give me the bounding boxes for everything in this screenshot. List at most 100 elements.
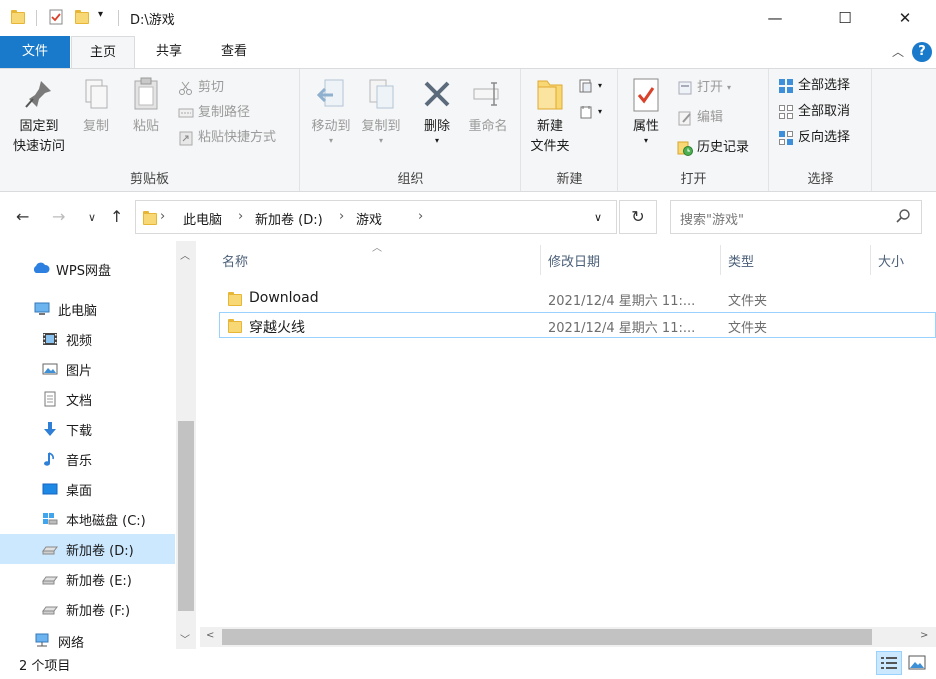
table-row[interactable]: 穿越火线 2021/12/4 星期六 11:... 文件夹	[219, 312, 936, 338]
tab-file[interactable]: 文件	[0, 36, 70, 68]
nav-item-desktop[interactable]: 桌面	[0, 474, 175, 504]
breadcrumb-separator[interactable]: ›	[160, 209, 165, 224]
scroll-left-icon[interactable]: <	[206, 630, 214, 641]
scroll-right-icon[interactable]: >	[920, 630, 928, 641]
file-list-horizontal-scrollbar[interactable]: < >	[200, 627, 936, 647]
history-button[interactable]: 历史记录	[677, 137, 749, 159]
breadcrumb-games[interactable]: 游戏	[356, 209, 382, 228]
column-header-type[interactable]: 类型	[728, 251, 754, 270]
search-box[interactable]: 搜索"游戏"	[670, 200, 922, 234]
minimize-button[interactable]: —	[752, 0, 798, 36]
new-folder-quick-icon[interactable]	[74, 9, 89, 24]
search-icon[interactable]	[895, 208, 911, 228]
nav-item-network[interactable]: 网络	[0, 632, 175, 649]
address-history-icon[interactable]: ∨	[594, 211, 602, 224]
cut-button[interactable]: 剪切	[178, 77, 224, 99]
nav-item-label: 新加卷 (F:)	[66, 603, 131, 619]
properties-icon	[630, 77, 662, 113]
scroll-up-icon[interactable]: ︿	[180, 247, 190, 262]
easy-access-icon	[578, 104, 594, 120]
folder-icon	[142, 210, 157, 225]
nav-item-music[interactable]: 音乐	[0, 444, 175, 474]
large-icons-view-icon	[908, 655, 926, 670]
column-divider[interactable]	[720, 245, 721, 275]
ribbon-tabs: 文件 主页 共享 查看 ︿ ?	[0, 36, 936, 68]
pin-quick-access-button[interactable]: 固定到 快速访问	[8, 77, 70, 157]
nav-item-this-pc[interactable]: 此电脑	[0, 294, 175, 324]
new-group: 新建 文件夹 ▾ ▾ 新建	[522, 69, 618, 191]
copy-path-button[interactable]: 复制路径	[178, 102, 250, 124]
delete-button[interactable]: 删除 ▾	[417, 77, 457, 145]
maximize-button[interactable]: ☐	[822, 0, 868, 36]
nav-item-drive-f[interactable]: 新加卷 (F:)	[0, 594, 175, 624]
tab-home[interactable]: 主页	[71, 36, 135, 68]
new-group-label: 新建	[556, 172, 583, 187]
divider	[36, 10, 37, 26]
breadcrumb-separator[interactable]: ›	[238, 209, 243, 224]
back-arrow-icon[interactable]: ←	[16, 207, 29, 226]
details-view-button[interactable]	[876, 651, 902, 675]
breadcrumb-drive-d[interactable]: 新加卷 (D:)	[255, 209, 323, 228]
rename-label: 重命名	[468, 119, 508, 134]
select-all-button[interactable]: 全部选择	[778, 75, 850, 97]
column-header-name[interactable]: 名称	[222, 251, 248, 270]
nav-item-label: WPS网盘	[56, 263, 111, 279]
paste-button[interactable]: 粘贴	[126, 77, 166, 137]
file-list: ︿ 名称 修改日期 类型 大小 Download 2021/12/4 星期六 1…	[200, 241, 936, 627]
collapse-ribbon-icon[interactable]: ︿	[892, 43, 904, 60]
move-to-button[interactable]: 移动到 ▾	[305, 77, 357, 145]
breadcrumb-separator[interactable]: ›	[339, 209, 344, 224]
search-input[interactable]: 搜索"游戏"	[680, 209, 744, 228]
nav-pane-scrollbar[interactable]: ︿ ﹀	[176, 241, 196, 649]
chevron-down-icon: ▾	[727, 83, 732, 92]
nav-item-drive-d[interactable]: 新加卷 (D:)	[0, 534, 175, 564]
new-folder-button[interactable]: 新建 文件夹	[524, 77, 576, 157]
open-group-label: 打开	[680, 172, 707, 187]
nav-item-downloads[interactable]: 下载	[0, 414, 175, 444]
column-header-date[interactable]: 修改日期	[548, 251, 600, 270]
tab-view[interactable]: 查看	[203, 36, 265, 68]
copy-to-button[interactable]: 复制到 ▾	[355, 77, 407, 145]
scrollbar-thumb[interactable]	[222, 629, 872, 645]
nav-item-documents[interactable]: 文档	[0, 384, 175, 414]
refresh-icon[interactable]: ↻	[619, 200, 657, 234]
tab-share[interactable]: 共享	[138, 36, 200, 68]
column-header-size[interactable]: 大小	[878, 251, 904, 270]
address-bar[interactable]: › 此电脑 › 新加卷 (D:) › 游戏 › ∨	[135, 200, 617, 234]
breadcrumb-this-pc[interactable]: 此电脑	[183, 209, 222, 228]
nav-item-drive-c[interactable]: 本地磁盘 (C:)	[0, 504, 175, 534]
nav-item-label: 下载	[66, 423, 93, 439]
nav-item-videos[interactable]: 视频	[0, 324, 175, 354]
invert-selection-button[interactable]: 反向选择	[778, 127, 850, 149]
properties-quick-icon[interactable]	[48, 9, 64, 25]
open-button[interactable]: 打开 ▾	[677, 77, 731, 99]
ribbon: 固定到 快速访问 复制 粘贴 剪切 复制路径 粘贴快捷方式 剪贴板 移动到 ▾ …	[0, 68, 936, 192]
table-row[interactable]: Download 2021/12/4 星期六 11:... 文件夹	[219, 285, 936, 311]
nav-item-label: 新加卷 (D:)	[66, 543, 134, 559]
paste-shortcut-button[interactable]: 粘贴快捷方式	[178, 127, 276, 149]
breadcrumb-separator[interactable]: ›	[418, 209, 423, 224]
copy-button[interactable]: 复制	[76, 77, 116, 137]
rename-button[interactable]: 重命名	[463, 77, 513, 137]
new-item-button[interactable]: ▾	[578, 75, 602, 97]
nav-item-wps-drive[interactable]: WPS网盘	[0, 254, 175, 284]
help-icon[interactable]: ?	[912, 42, 932, 62]
scrollbar-thumb[interactable]	[178, 421, 194, 611]
easy-access-button[interactable]: ▾	[578, 101, 602, 123]
column-divider[interactable]	[870, 245, 871, 275]
large-icons-view-button[interactable]	[904, 651, 930, 675]
scroll-down-icon[interactable]: ﹀	[180, 631, 190, 646]
column-divider[interactable]	[540, 245, 541, 275]
paste-shortcut-label: 粘贴快捷方式	[198, 130, 277, 145]
up-arrow-icon[interactable]: ↑	[110, 207, 123, 226]
select-none-button[interactable]: 全部取消	[778, 101, 850, 123]
close-button[interactable]: ✕	[882, 0, 928, 36]
nav-item-pictures[interactable]: 图片	[0, 354, 175, 384]
edit-button[interactable]: 编辑	[677, 107, 723, 129]
forward-arrow-icon[interactable]: →	[52, 207, 65, 226]
copy-path-label: 复制路径	[198, 105, 251, 120]
recent-locations-icon[interactable]: ∨	[88, 211, 96, 224]
properties-button[interactable]: 属性 ▾	[623, 77, 669, 145]
nav-item-drive-e[interactable]: 新加卷 (E:)	[0, 564, 175, 594]
customize-quick-access-icon[interactable]: ▾	[98, 9, 103, 20]
